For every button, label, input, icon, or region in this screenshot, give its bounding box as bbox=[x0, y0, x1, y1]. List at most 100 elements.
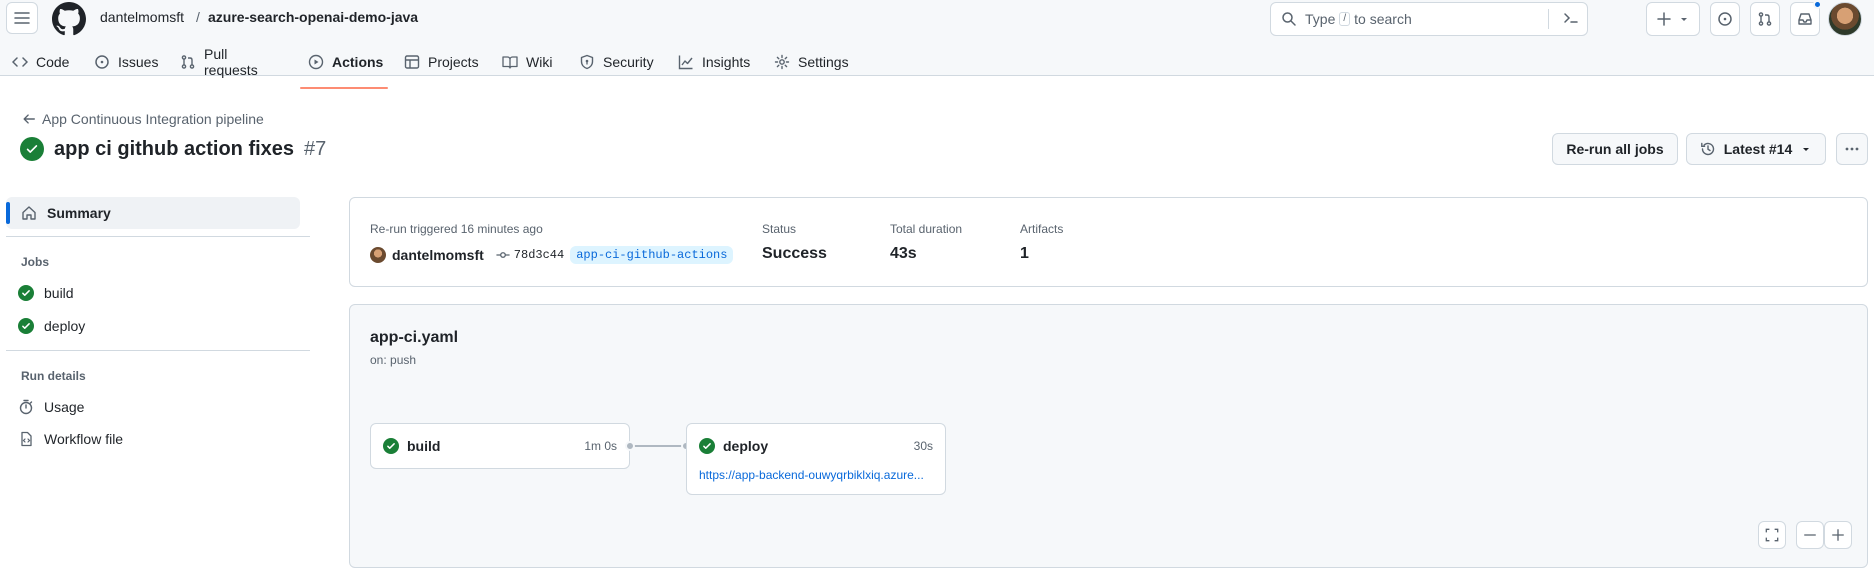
actor-avatar bbox=[370, 247, 386, 263]
sidebar-item-usage[interactable]: Usage bbox=[18, 399, 84, 415]
tab-code[interactable]: Code bbox=[12, 48, 69, 76]
tab-pull-requests[interactable]: Pull requests bbox=[180, 46, 258, 78]
artifacts-value[interactable]: 1 bbox=[1020, 245, 1029, 263]
connector-node bbox=[625, 441, 635, 451]
status-value: Success bbox=[762, 245, 827, 262]
tab-actions[interactable]: Actions bbox=[308, 48, 383, 76]
fullscreen-button[interactable] bbox=[1758, 521, 1786, 549]
workflow-graph: app-ci.yaml on: push build 1m 0s deploy … bbox=[349, 304, 1868, 568]
run-title: app ci github action fixes #7 bbox=[20, 137, 326, 161]
issue-icon bbox=[1718, 12, 1732, 26]
sidebar-item-job-deploy[interactable]: deploy bbox=[18, 318, 85, 334]
active-tab-indicator bbox=[300, 87, 388, 89]
run-details-heading: Run details bbox=[21, 369, 86, 383]
tab-label: Pull requests bbox=[204, 46, 258, 78]
create-new-button[interactable] bbox=[1646, 2, 1700, 36]
rerun-all-jobs-button[interactable]: Re-run all jobs bbox=[1552, 133, 1678, 165]
sidebar-item-summary[interactable]: Summary bbox=[6, 197, 300, 229]
sidebar-item-workflow-file[interactable]: Workflow file bbox=[18, 431, 123, 447]
tab-security[interactable]: Security bbox=[579, 48, 654, 76]
breadcrumb-owner[interactable]: dantelmomsft bbox=[100, 9, 184, 25]
job-name: build bbox=[407, 438, 441, 454]
notification-indicator bbox=[1813, 0, 1822, 9]
job-row: build 1m 0s bbox=[383, 438, 617, 454]
shield-icon bbox=[580, 54, 594, 70]
history-icon bbox=[1700, 142, 1714, 156]
chevron-down-icon bbox=[1803, 148, 1810, 151]
latest-attempt-dropdown[interactable]: Latest #14 bbox=[1686, 133, 1826, 165]
pull-request-icon bbox=[181, 55, 195, 69]
arrow-left-icon bbox=[23, 114, 35, 124]
notifications-button[interactable] bbox=[1790, 0, 1822, 36]
branch-tag[interactable]: app-ci-github-actions bbox=[570, 246, 734, 264]
job-name: deploy bbox=[723, 438, 769, 454]
user-avatar[interactable] bbox=[1828, 2, 1862, 36]
play-icon bbox=[308, 54, 324, 70]
kebab-horizontal-icon bbox=[1845, 147, 1859, 151]
fullscreen-icon bbox=[1765, 528, 1779, 542]
chevron-down-icon bbox=[1681, 18, 1687, 21]
tab-label: Code bbox=[36, 54, 70, 70]
search-icon bbox=[1282, 12, 1296, 26]
tab-insights[interactable]: Insights bbox=[678, 48, 750, 76]
graph-icon bbox=[678, 55, 693, 70]
tab-label: Settings bbox=[798, 54, 849, 70]
code-icon bbox=[12, 57, 28, 67]
hamburger-icon bbox=[14, 12, 30, 24]
success-check-icon bbox=[20, 137, 44, 161]
job-duration: 1m 0s bbox=[584, 439, 617, 453]
workflow-name: App Continuous Integration pipeline bbox=[42, 111, 264, 127]
github-logo-icon[interactable] bbox=[52, 2, 86, 36]
success-check-icon bbox=[18, 285, 34, 301]
artifacts-label: Artifacts bbox=[1020, 222, 1064, 236]
job-connector bbox=[630, 445, 686, 447]
pull-request-icon bbox=[1758, 12, 1772, 26]
job-row: deploy 30s bbox=[699, 438, 933, 454]
sidebar-item-label: Workflow file bbox=[44, 431, 124, 447]
commit-sha[interactable]: 78d3c44 bbox=[496, 248, 564, 262]
rerun-label: Re-run all jobs bbox=[1566, 141, 1664, 157]
tab-projects[interactable]: Projects bbox=[404, 48, 479, 76]
search-placeholder-suffix: to search bbox=[1354, 11, 1412, 27]
search-placeholder-prefix: Type bbox=[1305, 11, 1336, 27]
success-check-icon bbox=[18, 318, 34, 334]
command-palette-icon[interactable] bbox=[1563, 10, 1579, 26]
graph-job-deploy[interactable]: deploy 30s https://app-backend-ouwyqrbik… bbox=[686, 423, 946, 495]
zoom-in-button[interactable] bbox=[1824, 521, 1852, 549]
more-options-button[interactable] bbox=[1836, 133, 1868, 165]
zoom-out-button[interactable] bbox=[1796, 521, 1824, 549]
tab-label: Security bbox=[603, 54, 654, 70]
search-shortcut-key: / bbox=[1339, 12, 1351, 26]
workflow-file-name: app-ci.yaml bbox=[370, 329, 459, 346]
deployment-url-link[interactable]: https://app-backend-ouwyqrbiklxiq.azure.… bbox=[699, 468, 935, 482]
sidebar-divider bbox=[6, 350, 310, 351]
menu-button[interactable] bbox=[6, 2, 38, 34]
active-sidebar-indicator bbox=[6, 202, 10, 224]
tab-label: Insights bbox=[702, 54, 751, 70]
global-header: dantelmomsft / azure-search-openai-demo-… bbox=[0, 0, 1874, 78]
tab-wiki[interactable]: Wiki bbox=[502, 48, 552, 76]
tab-issues[interactable]: Issues bbox=[94, 48, 158, 76]
tab-label: Issues bbox=[118, 54, 159, 70]
gear-icon bbox=[774, 54, 790, 70]
sidebar-item-label: Summary bbox=[47, 205, 111, 221]
breadcrumb-separator: / bbox=[196, 9, 200, 25]
stopwatch-icon bbox=[19, 399, 33, 415]
tab-settings[interactable]: Settings bbox=[774, 48, 849, 76]
job-duration: 30s bbox=[913, 439, 933, 453]
actor-name[interactable]: dantelmomsft bbox=[392, 247, 484, 263]
file-code-icon bbox=[21, 431, 32, 447]
jobs-heading: Jobs bbox=[21, 255, 50, 269]
breadcrumb-repo[interactable]: azure-search-openai-demo-java bbox=[208, 9, 418, 25]
your-pull-requests-button[interactable] bbox=[1750, 2, 1780, 36]
commit-icon bbox=[496, 252, 510, 258]
sidebar-item-job-build[interactable]: build bbox=[18, 285, 74, 301]
graph-job-build[interactable]: build 1m 0s bbox=[370, 423, 630, 469]
your-issues-button[interactable] bbox=[1710, 2, 1740, 36]
workflow-back-link[interactable]: App Continuous Integration pipeline bbox=[22, 111, 264, 127]
issue-icon bbox=[95, 55, 109, 69]
search-input[interactable]: Type / to search bbox=[1270, 2, 1588, 36]
plus-icon bbox=[1832, 529, 1844, 541]
minus-icon bbox=[1804, 534, 1816, 536]
sidebar-item-label: Usage bbox=[44, 399, 85, 415]
